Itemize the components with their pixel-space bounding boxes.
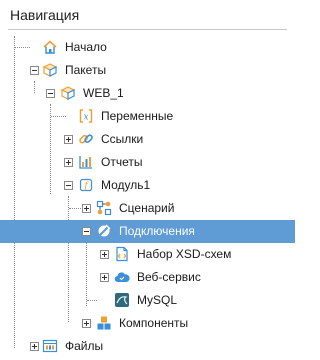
tree-item-label: MySQL — [137, 293, 178, 307]
package-icon — [60, 85, 76, 101]
tree-item-label: Подключения — [119, 224, 195, 238]
tree-item-label: WEB_1 — [83, 86, 124, 100]
tree-item-label: Компоненты — [119, 316, 189, 330]
tree-item-webservice[interactable]: Веб-сервис — [0, 266, 295, 289]
tree-item-xsd[interactable]: Набор XSD-схем — [0, 243, 295, 266]
tree-item-label: Набор XSD-схем — [137, 247, 232, 261]
tree-item-mysql[interactable]: MySQL — [0, 289, 295, 312]
link-icon — [78, 131, 94, 147]
expand-toggle[interactable] — [100, 250, 109, 259]
panel-header: Навигация — [0, 0, 295, 30]
expand-toggle[interactable] — [64, 158, 73, 167]
tree-item-links[interactable]: Ссылки — [0, 128, 295, 151]
cloud-icon — [114, 269, 130, 285]
svg-text:x: x — [83, 113, 88, 123]
tree-item-connections[interactable]: Подключения — [0, 220, 295, 243]
xsd-schema-icon — [114, 246, 130, 262]
expand-toggle[interactable] — [100, 273, 109, 282]
tree-item-variables[interactable]: x Переменные — [0, 105, 295, 128]
tree-item-label: Веб-сервис — [137, 270, 201, 284]
navigation-panel: Навигация Начало Пакеты WEB_1 x Переменн… — [0, 0, 295, 360]
scenario-flow-icon — [96, 200, 112, 216]
tree-item-reports[interactable]: Отчеты — [0, 151, 295, 174]
tree-item-label: Сценарий — [119, 201, 175, 215]
plug-connection-icon — [96, 223, 112, 239]
module-icon: f — [78, 177, 94, 193]
home-icon — [42, 39, 58, 55]
tree-item-module1[interactable]: f Модуль1 — [0, 174, 295, 197]
panel-title: Навигация — [10, 7, 80, 23]
expand-toggle[interactable] — [30, 342, 39, 351]
tree-item-label: Модуль1 — [101, 178, 151, 192]
package-icon — [42, 62, 58, 78]
expand-toggle[interactable] — [64, 135, 73, 144]
tree-item-files[interactable]: Файлы — [0, 335, 295, 358]
collapse-toggle[interactable] — [30, 66, 39, 75]
expand-toggle[interactable] — [82, 204, 91, 213]
tree-item-label: Файлы — [65, 339, 104, 353]
tree-item-label: Ссылки — [101, 132, 144, 146]
expand-toggle[interactable] — [82, 319, 91, 328]
tree-item-packages[interactable]: Пакеты — [0, 59, 295, 82]
tree-item-label: Пакеты — [65, 63, 107, 77]
mysql-icon — [114, 292, 130, 308]
tree-item-scenario[interactable]: Сценарий — [0, 197, 295, 220]
tree-item-label: Переменные — [101, 109, 174, 123]
tree-item-label: Отчеты — [101, 155, 143, 169]
tree-item-start[interactable]: Начало — [0, 36, 295, 59]
collapse-toggle[interactable] — [46, 89, 55, 98]
collapse-toggle[interactable] — [64, 181, 73, 190]
tree-item-web1[interactable]: WEB_1 — [0, 82, 295, 105]
files-icon — [42, 338, 58, 354]
report-chart-icon — [78, 154, 94, 170]
components-icon — [96, 315, 112, 331]
collapse-toggle[interactable] — [82, 227, 91, 236]
tree-item-components[interactable]: Компоненты — [0, 312, 295, 335]
variable-icon: x — [78, 108, 94, 124]
navigation-tree[interactable]: Начало Пакеты WEB_1 x Переменные Ссылки … — [0, 30, 295, 360]
tree-item-label: Начало — [65, 40, 107, 54]
